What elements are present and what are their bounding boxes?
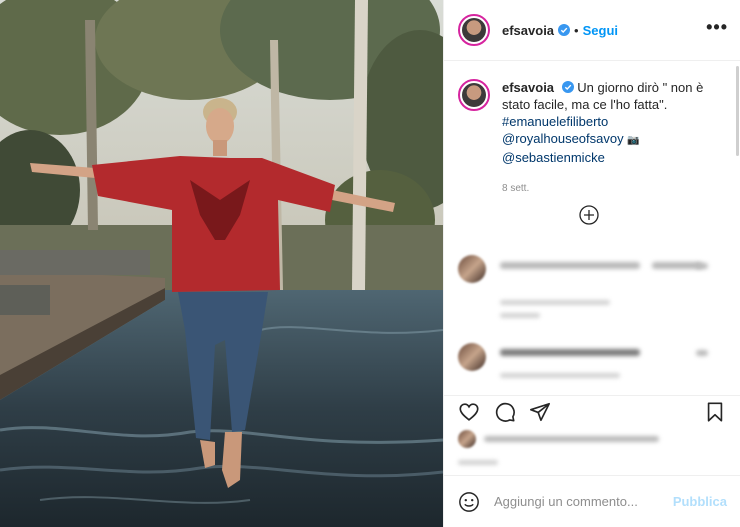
blurred-comment-text (500, 262, 640, 269)
caption-avatar[interactable] (458, 79, 490, 111)
post-caption: efsavoia Un giorno dirò " non è stato fa… (444, 61, 740, 197)
verified-badge-icon (561, 81, 574, 93)
post-side-panel: efsavoia • Segui ••• efsavoia Un giorno … (443, 0, 740, 527)
more-icon[interactable]: ••• (706, 18, 728, 38)
post-header: efsavoia • Segui ••• (444, 0, 740, 61)
blurred-like-icon (696, 263, 708, 269)
header-separator: • (574, 22, 579, 38)
photo-illustration (0, 0, 443, 527)
author-username[interactable]: efsavoia (502, 23, 554, 38)
add-comment-bar: Pubblica (444, 475, 740, 527)
camera-emoji: 📷 (627, 135, 640, 146)
blurred-comment-meta (500, 313, 540, 318)
blurred-comment-meta (500, 373, 620, 378)
bookmark-icon[interactable] (704, 401, 726, 423)
avatar-photo (462, 18, 486, 42)
liker-avatar (458, 430, 476, 448)
blurred-likes-text (484, 436, 659, 442)
hashtag-link[interactable]: #emanuelefiliberto (502, 113, 726, 130)
comment-item[interactable] (458, 255, 486, 283)
comments-scrollbar[interactable] (736, 66, 739, 156)
blurred-comment-text (500, 349, 640, 356)
plus-circle-icon[interactable] (579, 205, 599, 225)
blurred-likes-time (458, 460, 498, 465)
blurred-comment-text (652, 262, 702, 269)
publish-button[interactable]: Pubblica (673, 494, 727, 509)
emoji-icon[interactable] (458, 491, 480, 513)
blurred-comment-meta (500, 300, 610, 305)
mention-link-royalhouse[interactable]: @royalhouseofsavoy (502, 131, 624, 146)
comment-item[interactable] (458, 343, 486, 371)
instagram-post: efsavoia • Segui ••• efsavoia Un giorno … (0, 0, 740, 527)
heart-icon[interactable] (458, 401, 480, 423)
likes-summary[interactable] (458, 430, 476, 448)
comment-icon[interactable] (494, 401, 516, 423)
blurred-like-icon (696, 350, 708, 356)
post-timestamp[interactable]: 8 sett. (502, 180, 726, 197)
caption-username[interactable]: efsavoia (502, 80, 554, 95)
avatar-photo (462, 83, 486, 107)
mention-link-photographer[interactable]: @sebastienmicke (502, 149, 726, 166)
caption-text-block: efsavoia Un giorno dirò " non è stato fa… (502, 79, 726, 197)
post-photo[interactable] (0, 0, 443, 527)
verified-badge-icon (558, 24, 571, 36)
commenter-avatar[interactable] (458, 343, 486, 371)
commenter-avatar[interactable] (458, 255, 486, 283)
comment-input[interactable] (492, 493, 671, 510)
post-actions-bar (444, 395, 740, 426)
share-icon[interactable] (529, 401, 551, 423)
follow-button[interactable]: Segui (583, 23, 618, 38)
author-avatar[interactable] (458, 14, 490, 46)
